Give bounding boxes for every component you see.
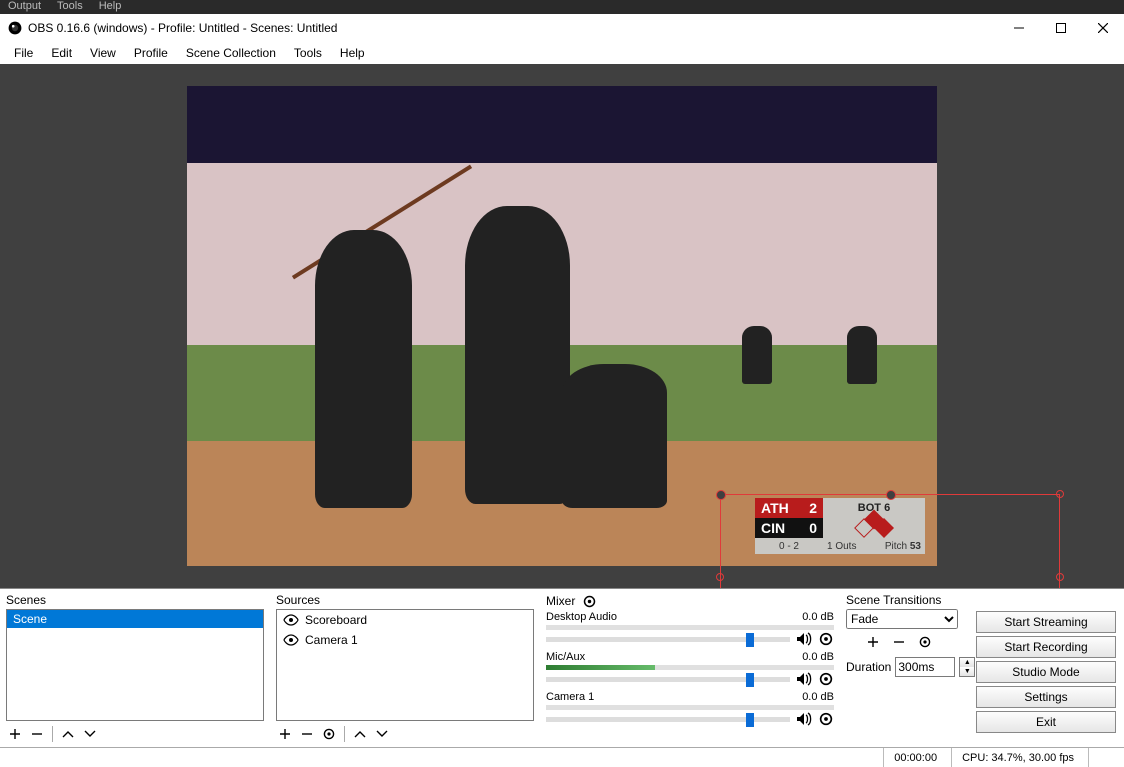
add-transition-button[interactable] (864, 633, 882, 651)
scene-up-button[interactable] (59, 725, 77, 743)
preview-canvas[interactable]: ATH2 BOT 6 CIN0 0 - 2 1 Outs Pitch 53 (187, 86, 937, 566)
menu-scene-collection[interactable]: Scene Collection (178, 44, 284, 62)
window-title: OBS 0.16.6 (windows) - Profile: Untitled… (28, 21, 998, 35)
scenes-list[interactable]: Scene (6, 609, 264, 721)
gear-icon[interactable] (818, 671, 834, 687)
mixer-panel: Mixer Desktop Audio0.0 dBMic/Aux0.0 dBCa… (540, 589, 840, 747)
scoreboard-overlay[interactable]: ATH2 BOT 6 CIN0 0 - 2 1 Outs Pitch 53 (755, 498, 925, 554)
control-buttons: Start Streaming Start Recording Studio M… (970, 589, 1122, 747)
status-cpu: CPU: 34.7%, 30.00 fps (951, 748, 1084, 767)
scene-item[interactable]: Scene (7, 610, 263, 628)
transitions-header: Scene Transitions (846, 589, 970, 609)
remove-transition-button[interactable] (890, 633, 908, 651)
sources-header: Sources (270, 589, 540, 609)
figure-fielder (847, 326, 877, 384)
menu-profile[interactable]: Profile (126, 44, 176, 62)
outs-label: 1 Outs (823, 541, 871, 552)
source-settings-button[interactable] (320, 725, 338, 743)
scene-down-button[interactable] (81, 725, 99, 743)
transitions-panel: Scene Transitions Fade Duration ▲▼ (840, 589, 970, 747)
menu-file[interactable]: File (6, 44, 41, 62)
start-streaming-button[interactable]: Start Streaming (976, 611, 1116, 633)
volume-slider[interactable] (546, 637, 790, 642)
mixer-channel: Desktop Audio 0.0 dB (546, 611, 834, 647)
titlebar: OBS 0.16.6 (windows) - Profile: Untitled… (0, 14, 1124, 42)
duration-input[interactable] (895, 657, 955, 677)
bases-diagram (823, 518, 925, 538)
sources-list[interactable]: Scoreboard Camera 1 (276, 609, 534, 721)
source-item[interactable]: Scoreboard (277, 610, 533, 630)
minimize-button[interactable] (998, 14, 1040, 42)
preview-area[interactable]: ATH2 BOT 6 CIN0 0 - 2 1 Outs Pitch 53 (0, 64, 1124, 588)
volume-slider[interactable] (546, 677, 790, 682)
scenes-panel: Scenes Scene (0, 589, 270, 747)
remove-source-button[interactable] (298, 725, 316, 743)
gear-icon[interactable] (818, 631, 834, 647)
figure-fielder (742, 326, 772, 384)
figure-umpire (465, 206, 570, 504)
add-scene-button[interactable] (6, 725, 24, 743)
statusbar: 00:00:00 CPU: 34.7%, 30.00 fps (0, 747, 1124, 767)
pitch-label: Pitch 53 (871, 541, 925, 552)
remove-scene-button[interactable] (28, 725, 46, 743)
settings-button[interactable]: Settings (976, 686, 1116, 708)
figure-catcher (562, 364, 667, 508)
maximize-button[interactable] (1040, 14, 1082, 42)
count-label: 0 - 2 (755, 541, 823, 552)
menubar: File Edit View Profile Scene Collection … (0, 42, 1124, 64)
channel-name: Mic/Aux (546, 651, 585, 663)
obs-logo-icon (8, 21, 22, 35)
speaker-icon[interactable] (796, 671, 812, 687)
menu-view[interactable]: View (82, 44, 124, 62)
speaker-icon[interactable] (796, 631, 812, 647)
level-meter (546, 665, 834, 670)
team1-abbr: ATH (761, 500, 789, 516)
transition-select[interactable]: Fade (846, 609, 958, 629)
studio-mode-button[interactable]: Studio Mode (976, 661, 1116, 683)
source-up-button[interactable] (351, 725, 369, 743)
team2-abbr: CIN (761, 520, 785, 536)
level-meter (546, 705, 834, 710)
level-meter (546, 625, 834, 630)
figure-batter (315, 230, 413, 508)
menu-tools[interactable]: Tools (286, 44, 330, 62)
transition-settings-button[interactable] (916, 633, 934, 651)
panels: Scenes Scene Sources Scoreboard (0, 588, 1124, 747)
close-button[interactable] (1082, 14, 1124, 42)
speaker-icon[interactable] (796, 711, 812, 727)
start-recording-button[interactable]: Start Recording (976, 636, 1116, 658)
mixer-channel: Camera 1 0.0 dB (546, 691, 834, 727)
status-time: 00:00:00 (883, 748, 947, 767)
background-window-menu: OutputToolsHelp (0, 0, 1124, 14)
channel-name: Desktop Audio (546, 611, 617, 623)
gear-icon[interactable] (818, 711, 834, 727)
sources-panel: Sources Scoreboard Camera 1 (270, 589, 540, 747)
channel-name: Camera 1 (546, 691, 594, 703)
channel-db: 0.0 dB (802, 691, 834, 703)
exit-button[interactable]: Exit (976, 711, 1116, 733)
volume-slider[interactable] (546, 717, 790, 722)
source-item[interactable]: Camera 1 (277, 630, 533, 650)
mixer-settings-icon[interactable] (581, 593, 597, 609)
mixer-channel: Mic/Aux 0.0 dB (546, 651, 834, 687)
menu-edit[interactable]: Edit (43, 44, 80, 62)
channel-db: 0.0 dB (802, 611, 834, 623)
visibility-icon[interactable] (283, 612, 299, 628)
duration-label: Duration (846, 660, 891, 674)
mixer-header: Mixer (546, 594, 575, 608)
scenes-header: Scenes (0, 589, 270, 609)
visibility-icon[interactable] (283, 632, 299, 648)
source-down-button[interactable] (373, 725, 391, 743)
team1-score: 2 (809, 500, 817, 516)
add-source-button[interactable] (276, 725, 294, 743)
channel-db: 0.0 dB (802, 651, 834, 663)
menu-help[interactable]: Help (332, 44, 373, 62)
team2-score: 0 (809, 520, 817, 536)
